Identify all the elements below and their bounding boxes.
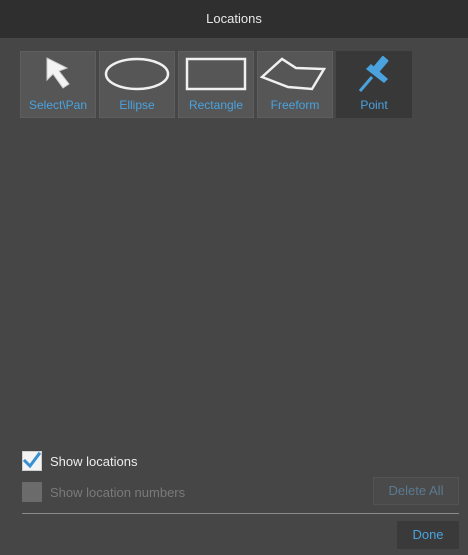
point-tool-button[interactable]: Point	[336, 51, 412, 118]
ellipse-icon	[100, 55, 174, 93]
show-locations-label: Show locations	[50, 453, 138, 469]
checkmark-icon	[22, 451, 42, 469]
rectangle-tool-label: Rectangle	[188, 98, 244, 112]
select-pan-tool-label: Select\Pan	[28, 98, 88, 112]
select-pan-tool-button[interactable]: Select\Pan	[20, 51, 96, 118]
show-locations-checkbox[interactable]	[22, 451, 42, 471]
freeform-polygon-icon	[258, 55, 332, 93]
show-location-numbers-row: Show location numbers	[22, 481, 185, 503]
freeform-tool-button[interactable]: Freeform	[257, 51, 333, 118]
locations-dialog: Locations Select\Pan Ellipse Rectangle F…	[0, 0, 468, 555]
divider	[22, 513, 459, 514]
rectangle-tool-button[interactable]: Rectangle	[178, 51, 254, 118]
pushpin-icon	[337, 55, 411, 93]
show-location-numbers-label: Show location numbers	[50, 484, 186, 500]
ellipse-tool-label: Ellipse	[119, 98, 155, 112]
arrow-cursor-icon	[21, 55, 95, 93]
dialog-title: Locations	[0, 0, 468, 38]
tool-palette: Select\Pan Ellipse Rectangle Freeform Po…	[20, 51, 415, 118]
freeform-tool-label: Freeform	[270, 98, 320, 112]
delete-all-button: Delete All	[373, 477, 459, 505]
point-tool-label: Point	[360, 98, 388, 112]
ellipse-tool-button[interactable]: Ellipse	[99, 51, 175, 118]
rectangle-icon	[179, 55, 253, 93]
done-button[interactable]: Done	[397, 521, 459, 549]
show-locations-row[interactable]: Show locations	[22, 450, 137, 472]
show-location-numbers-checkbox	[22, 482, 42, 502]
